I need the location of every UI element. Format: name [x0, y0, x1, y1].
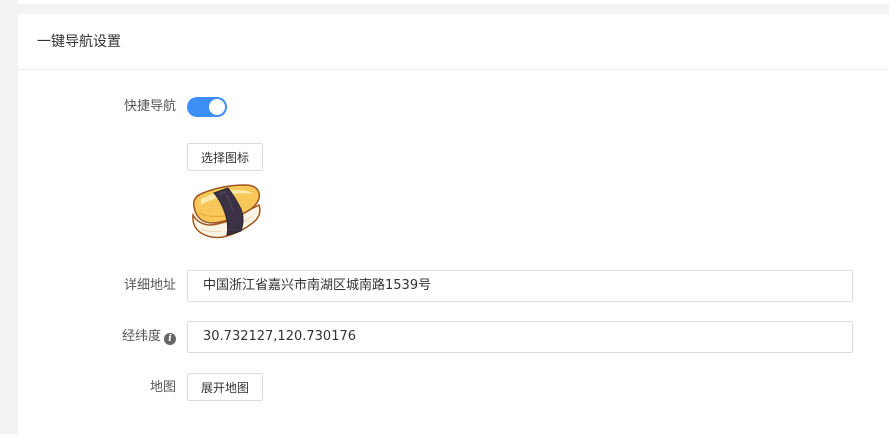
toggle-knob: [209, 99, 225, 115]
choose-icon-button[interactable]: 选择图标: [187, 143, 264, 171]
panel-title: 一键导航设置: [37, 34, 121, 50]
coordinates-label-wrap: 经纬度 i: [18, 328, 176, 346]
quick-nav-label: 快捷导航: [123, 99, 176, 114]
address-input[interactable]: 中国浙江省嘉兴市南湖区城南路1539号: [187, 270, 853, 302]
address-label: 详细地址: [123, 278, 176, 293]
sushi-icon: [192, 184, 261, 239]
coordinates-label: 经纬度: [121, 329, 161, 344]
info-icon[interactable]: i: [164, 333, 176, 345]
panel-header: 一键导航设置: [18, 14, 889, 70]
coordinates-input[interactable]: 30.732127,120.730176: [187, 321, 853, 353]
map-label: 地图: [149, 380, 176, 395]
top-panel-edge: [18, 0, 889, 4]
expand-map-button[interactable]: 展开地图: [187, 373, 264, 401]
quick-nav-toggle[interactable]: [187, 97, 227, 117]
nav-settings-panel: 一键导航设置 快捷导航 选择图标 详细地址 中国浙江省嘉兴市南湖区城南路1539…: [18, 14, 889, 434]
